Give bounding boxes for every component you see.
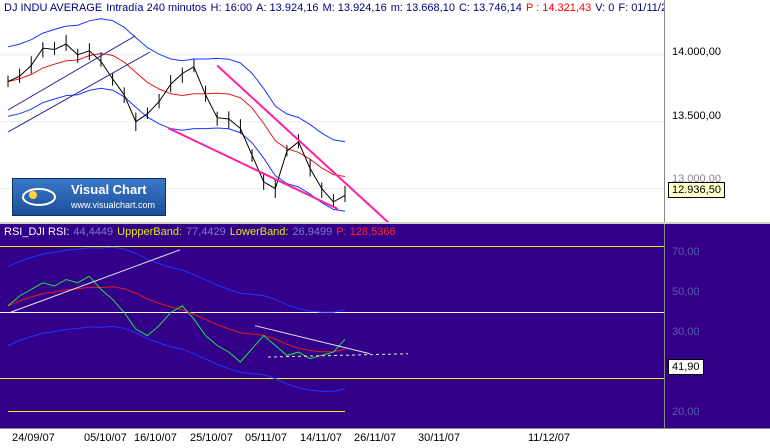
instrument-name: DJ INDU AVERAGE	[4, 2, 103, 14]
rsi-value: 44,4449	[73, 226, 114, 238]
upper-band-value: 77,4429	[186, 226, 226, 238]
rsi-chart-panel[interactable]: RSI_DJI RSI: 44,4449 UppperBand: 77,4429 Low…	[0, 224, 770, 428]
rsi-title-bar: RSI_DJI RSI: 44,4449 UppperBand: 77,4429 Low…	[0, 224, 770, 241]
rsi-tick: 50,00	[672, 286, 700, 298]
last-price-box: 12.936,50	[668, 182, 725, 198]
rsi-average-line	[7, 286, 346, 353]
upper-band-label: UppperBand:	[117, 226, 182, 238]
downtrend-line	[216, 64, 390, 222]
price-chart-panel[interactable]: DJ INDU AVERAGE Intradía 240 minutos H: 16…	[0, 0, 770, 222]
rsi-p-value: P: 128,5366	[336, 226, 396, 238]
logo-url: www.visualchart.com	[71, 200, 156, 210]
high-value: M: 13.924,16	[322, 2, 387, 14]
p-value: P : 14.321,43	[525, 2, 592, 14]
date-label: 14/11/07	[300, 432, 343, 444]
close-value: C: 13.746,14	[458, 2, 522, 14]
date-label: 30/11/07	[418, 432, 461, 444]
interval-label: Intradía 240 minutos	[106, 2, 207, 14]
date-label: 26/11/07	[354, 432, 397, 444]
date-label: 24/09/07	[12, 432, 55, 444]
rsi-lower-band-line	[7, 325, 346, 392]
hour-value: H: 16:00	[210, 2, 253, 14]
rsi-trend-line	[9, 249, 181, 313]
moving-average-line	[7, 52, 346, 177]
visual-chart-logo: Visual Chart www.visualchart.com	[12, 178, 166, 216]
rsi-tick: 20,00	[672, 406, 700, 418]
date-label: 05/10/07	[84, 432, 127, 444]
date-label: 16/10/07	[134, 432, 177, 444]
lower-band-value: 26,9499	[292, 226, 333, 238]
logo-swoosh-icon	[22, 188, 56, 206]
logo-title: Visual Chart	[71, 182, 147, 197]
rsi-trend-line	[254, 325, 371, 355]
price-tick: 13.500,00	[672, 110, 721, 122]
rsi-support-line	[267, 353, 409, 358]
rsi-upper-band-line	[7, 246, 346, 313]
rsi-label: RSI_DJI RSI:	[4, 226, 70, 238]
date-label: 05/11/07	[245, 432, 288, 444]
rsi-tick: 30,00	[672, 326, 700, 338]
rsi-line	[7, 275, 346, 363]
volume-value: V: 0	[595, 2, 615, 14]
lower-trend-line	[167, 127, 339, 210]
rsi-tick: 70,00	[672, 246, 700, 258]
price-title-bar: DJ INDU AVERAGE Intradía 240 minutos H: 16…	[0, 0, 770, 17]
low-value: m: 13.668,10	[390, 2, 455, 14]
channel-line	[7, 51, 151, 133]
open-value: A: 13.924,16	[256, 2, 319, 14]
channel-line	[7, 35, 136, 111]
date-label: 25/10/07	[190, 432, 233, 444]
price-tick: 14.000,00	[672, 46, 721, 58]
last-rsi-box: 41,90	[668, 359, 704, 375]
date-label: 11/12/07	[528, 432, 571, 444]
lower-band-label: LowerBand:	[229, 226, 289, 238]
rsi-chart-canvas[interactable]	[0, 224, 664, 428]
date-axis[interactable]: 24/09/07 05/10/07 16/10/07 25/10/07 05/1…	[0, 428, 770, 448]
